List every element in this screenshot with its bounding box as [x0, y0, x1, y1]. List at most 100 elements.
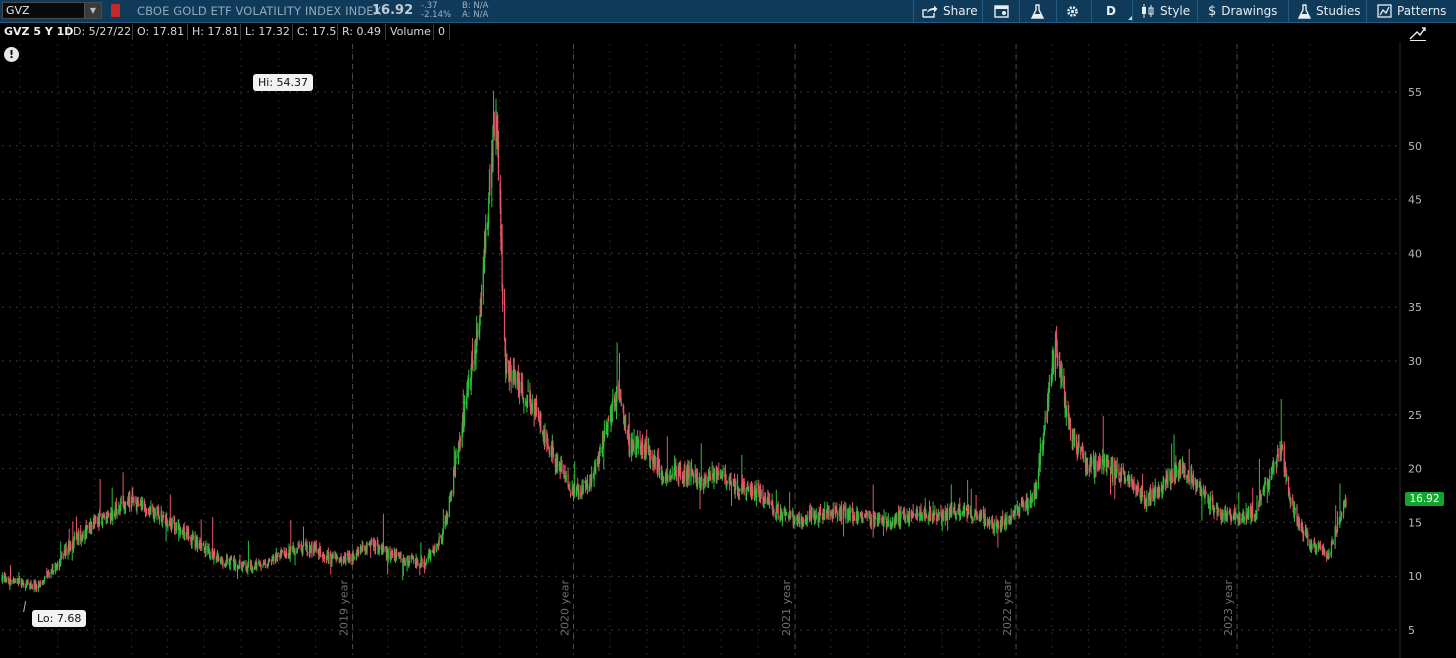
candle-body [908, 512, 911, 523]
candle-body [1167, 476, 1169, 481]
candle-body [1141, 495, 1144, 497]
candle-body [1345, 499, 1347, 506]
candle-body [230, 557, 233, 559]
candle-body [535, 404, 538, 412]
candle-body [226, 555, 228, 562]
candle-body [120, 501, 122, 503]
candle-body [455, 455, 457, 459]
candle-body [976, 517, 978, 519]
candle-body [256, 564, 258, 570]
candle-body [430, 550, 432, 561]
candle-body [1082, 452, 1084, 459]
candle-body [273, 556, 275, 562]
candle-body [192, 536, 194, 539]
candle-body [2, 575, 4, 582]
candle-body [726, 480, 728, 482]
candle-body [116, 511, 118, 515]
candle-body [853, 516, 856, 520]
candle-body [60, 557, 62, 564]
volume-value: 0 [434, 24, 450, 40]
candle-body [503, 301, 506, 341]
candle-body [417, 561, 419, 565]
candle-body [701, 478, 703, 487]
candle-body [35, 584, 38, 590]
candle-body [756, 482, 758, 493]
candle-body [179, 530, 182, 536]
candle-body [1324, 552, 1326, 555]
candle-body [870, 518, 872, 525]
candle-body [1336, 522, 1339, 532]
chart-expand-icon[interactable] [1409, 25, 1427, 41]
candle-body [281, 550, 283, 553]
candle-body [502, 284, 504, 305]
candle-body [713, 468, 716, 475]
candle-body [65, 547, 67, 555]
last-price-tag: 16.92 [1405, 492, 1444, 506]
candle-body [1340, 517, 1342, 521]
candle-body [548, 449, 550, 454]
candle-body [552, 454, 555, 456]
candle-body [1106, 465, 1109, 467]
candle-body [985, 524, 987, 526]
candle-body [743, 481, 745, 491]
candle-body [879, 514, 881, 521]
candle-body [930, 510, 932, 521]
candle-body [669, 473, 671, 475]
candle-body [544, 429, 546, 442]
candle-body [476, 329, 478, 341]
candle-body [1108, 460, 1110, 468]
candle-body [1218, 510, 1220, 512]
candle-body [1328, 553, 1330, 558]
candle-body [798, 517, 800, 526]
candle-body [1180, 464, 1182, 476]
candle-body [184, 533, 186, 536]
candle-body [175, 523, 177, 530]
candle-body [436, 546, 438, 548]
candlestick-series [1, 90, 1347, 593]
candle-body [463, 400, 466, 424]
candle-body [1099, 458, 1101, 467]
candle-body [1031, 498, 1033, 501]
price-chart[interactable]: 5 10 15 20 25 30 35 40 45 50 55 2019 year 2020 year… [0, 0, 1456, 658]
candle-body [18, 579, 21, 582]
candle-body [1150, 490, 1152, 502]
candle-body [747, 486, 750, 492]
candle-body [302, 547, 304, 554]
candle-body [760, 491, 762, 496]
candle-body [383, 546, 385, 549]
candle-body [671, 472, 673, 478]
candle-body [885, 516, 887, 519]
candle-body [1103, 459, 1106, 468]
candle-body [921, 514, 923, 521]
candle-body [52, 570, 55, 572]
alert-icon[interactable]: ! [4, 47, 19, 62]
candle-body [1311, 547, 1313, 549]
candle-body [1027, 504, 1029, 511]
candle-body [1030, 495, 1032, 498]
candle-body [595, 467, 597, 469]
bar-low: L: 17.32 [241, 24, 293, 40]
y-tick-label: 10 [1408, 570, 1422, 583]
candle-body [1331, 540, 1333, 542]
candle-body [243, 563, 245, 565]
candle-body [328, 554, 330, 564]
candle-body [738, 494, 740, 496]
candle-body [1281, 444, 1284, 448]
candle-body [1205, 492, 1207, 494]
candle-body [934, 511, 936, 514]
candle-body [209, 556, 211, 559]
candle-body [120, 504, 122, 511]
candle-body [1171, 475, 1173, 484]
candle-body [1252, 515, 1254, 517]
candle-body [129, 494, 131, 509]
candle-body [1014, 509, 1017, 513]
candle-body [527, 390, 529, 392]
candle-body [866, 512, 868, 518]
candle-body [1175, 468, 1178, 476]
bar-range: R: 0.49 [338, 24, 386, 40]
candle-body [1277, 453, 1279, 458]
candle-body [1294, 507, 1296, 511]
x-tick-label: 2020 year [559, 579, 572, 636]
candle-body [586, 480, 589, 489]
candle-body [654, 456, 656, 468]
